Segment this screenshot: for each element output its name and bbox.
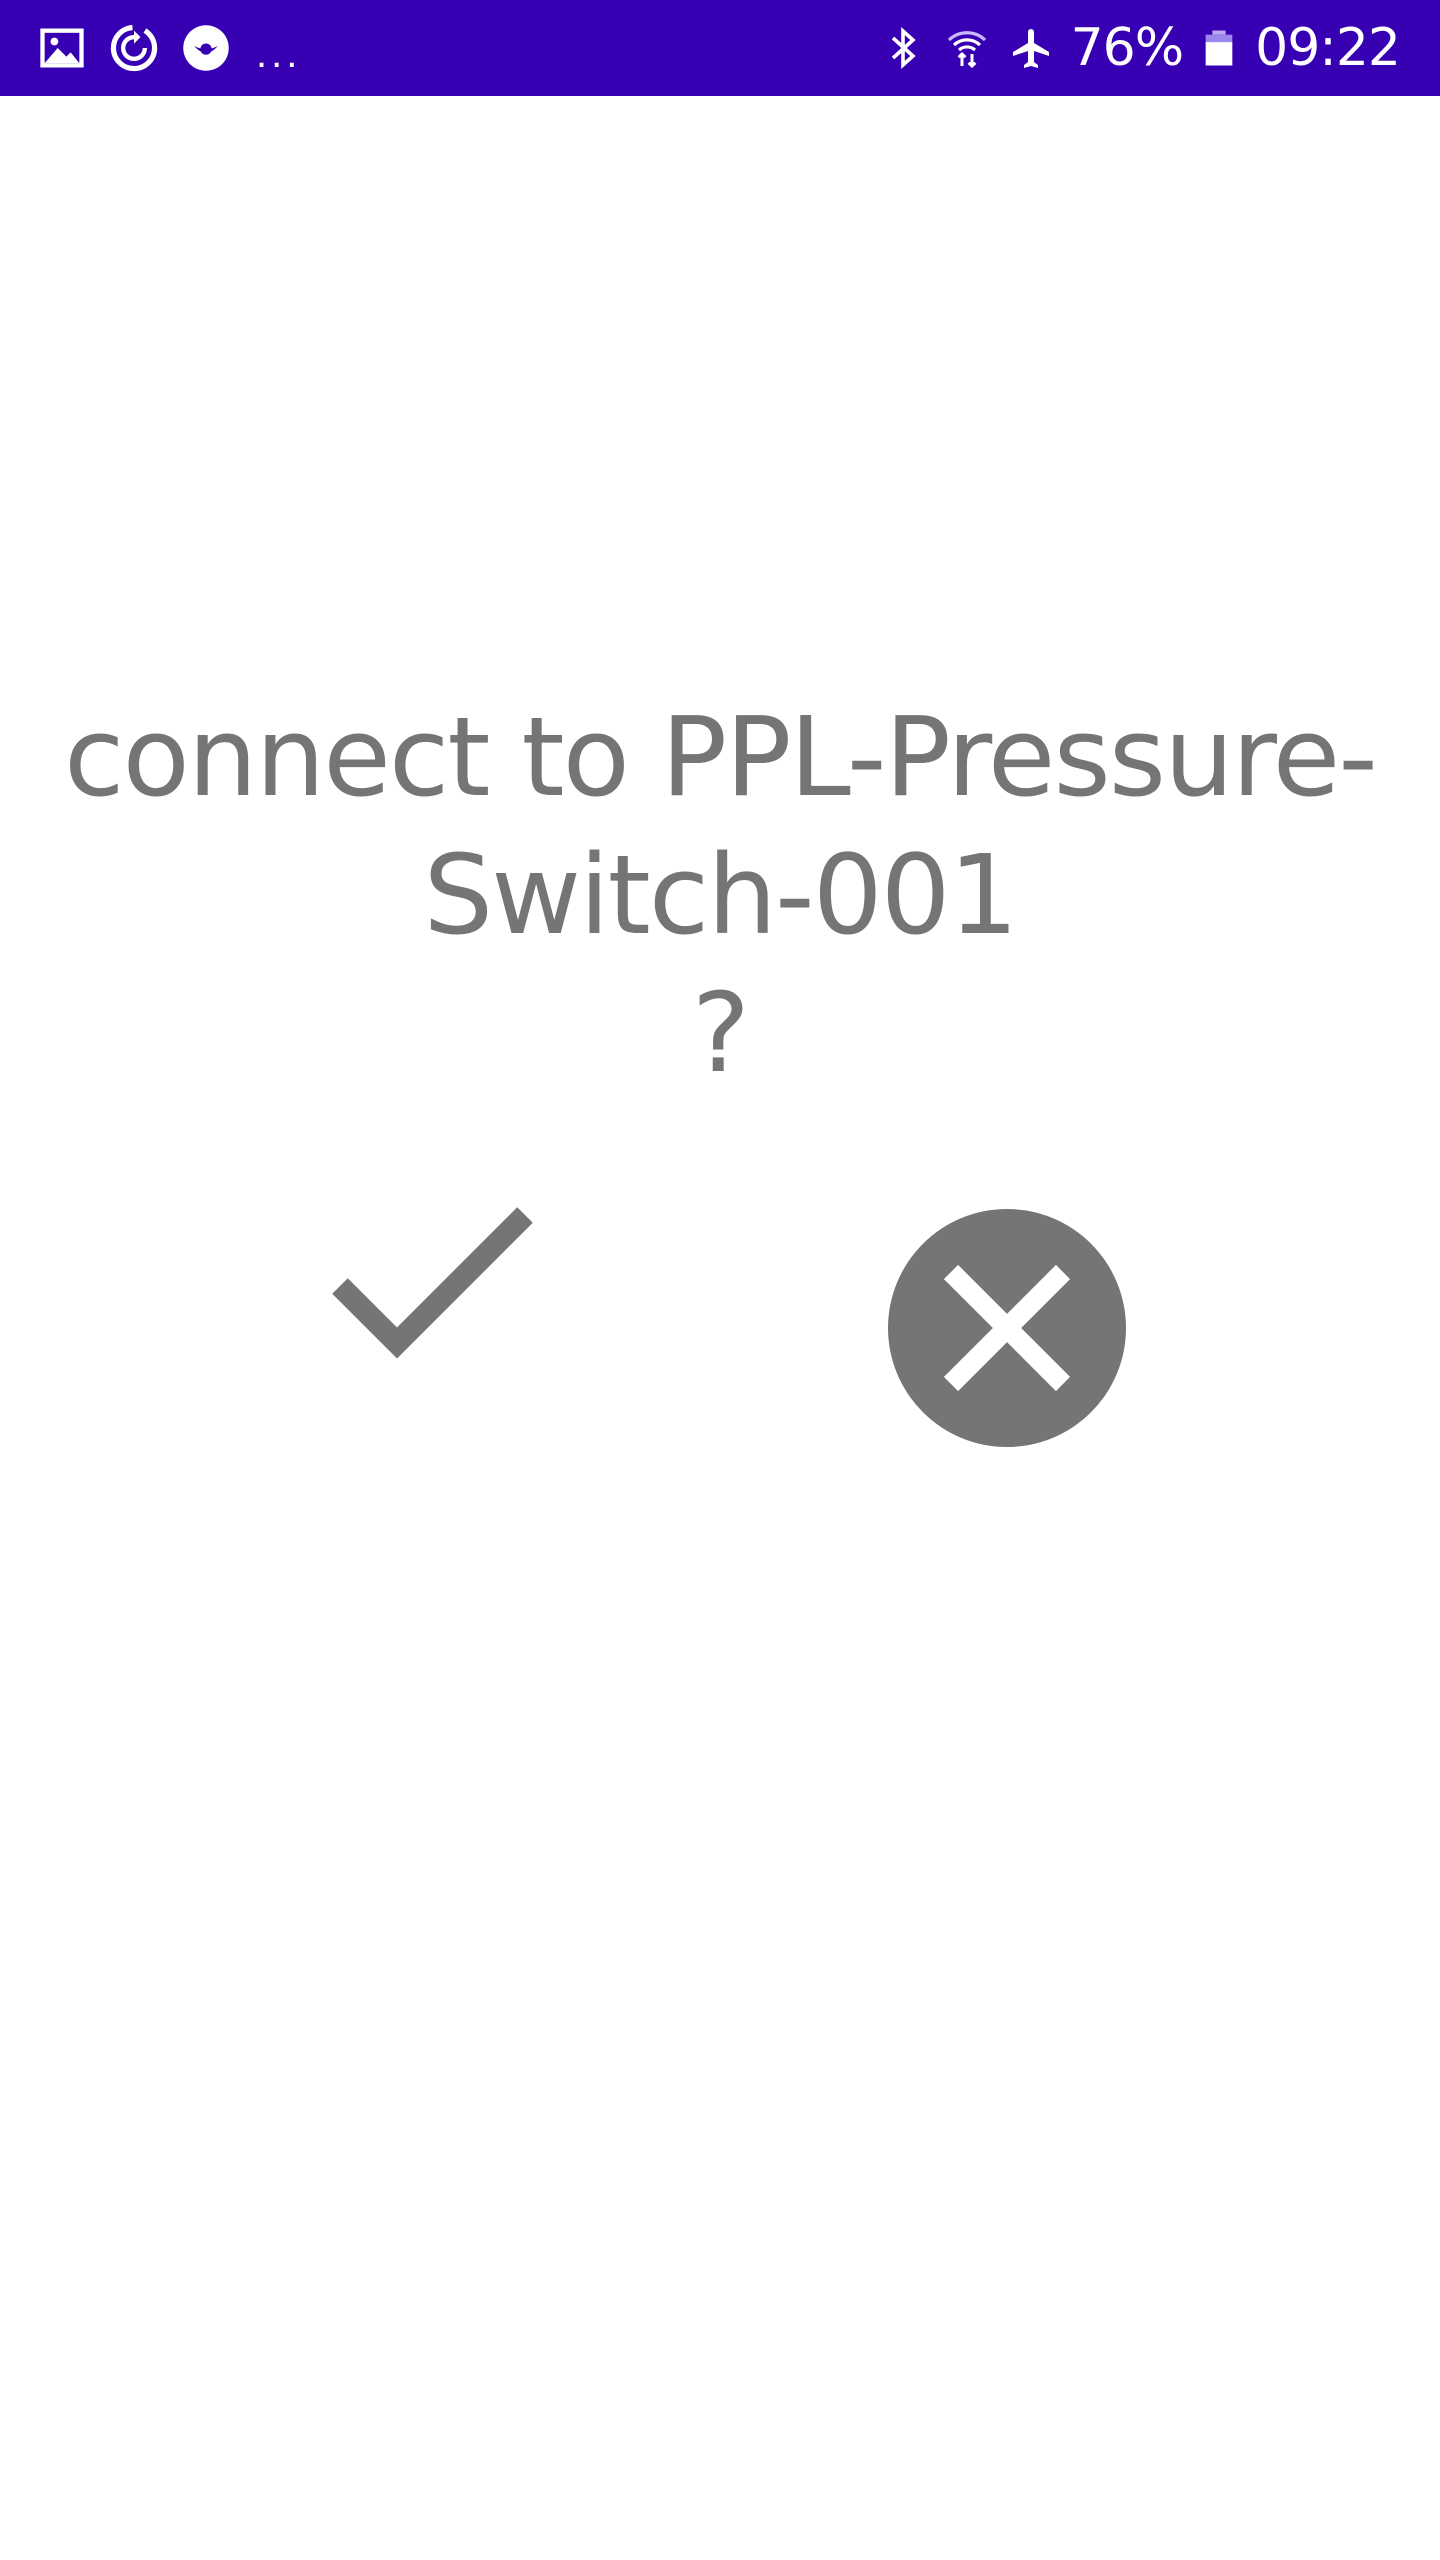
wifi-icon [943,24,991,72]
sync-icon [108,22,160,74]
gallery-icon [36,22,88,74]
app-icon [180,22,232,74]
prompt-line-2: Switch-001 [423,831,1018,959]
status-bar: ... 76% 09:22 [0,0,1440,96]
connect-prompt: connect to PPL-Pressure- Switch-001 ? [40,688,1400,1102]
notification-icons: ... [36,0,301,96]
prompt-line-3: ? [691,969,750,1097]
confirm-connect-button[interactable] [318,1206,558,1446]
system-icons: 76% 09:22 [879,0,1401,96]
clock: 09:22 [1255,18,1401,78]
close-icon [943,1264,1071,1392]
battery-percent: 76% [1070,18,1185,78]
bluetooth-icon [879,24,927,72]
more-notifications-indicator: ... [256,32,302,76]
check-icon [332,1207,533,1359]
airplane-icon [1007,24,1055,72]
battery-icon [1199,22,1239,74]
prompt-line-1: connect to PPL-Pressure- [64,693,1378,821]
cancel-connect-button[interactable] [888,1209,1126,1447]
